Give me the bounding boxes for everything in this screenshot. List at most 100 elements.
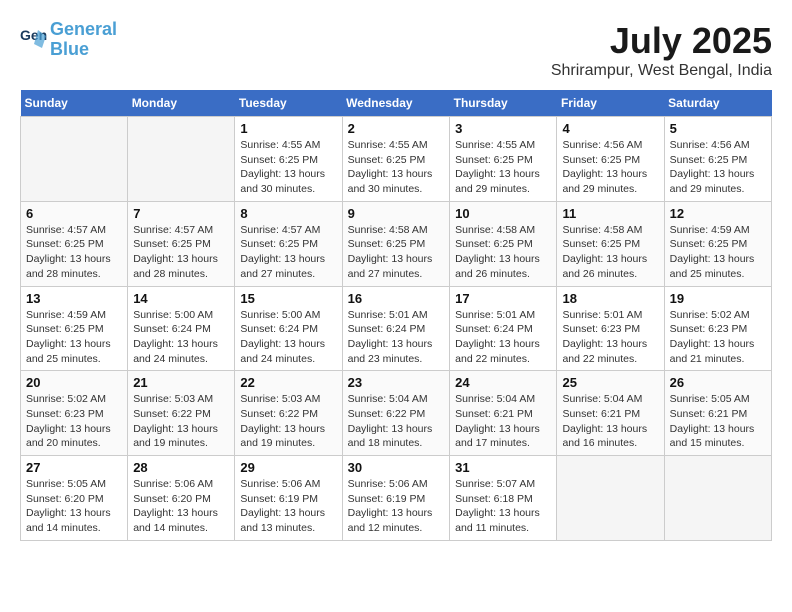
day-info: Sunrise: 4:57 AM Sunset: 6:25 PM Dayligh… xyxy=(26,223,122,282)
day-number: 24 xyxy=(455,375,551,390)
calendar-cell: 16 Sunrise: 5:01 AM Sunset: 6:24 PM Dayl… xyxy=(342,286,450,371)
day-number: 28 xyxy=(133,460,229,475)
weekday-header-saturday: Saturday xyxy=(664,90,771,117)
page-header: Gen GeneralBlue July 2025 Shrirampur, We… xyxy=(20,20,772,80)
day-number: 8 xyxy=(240,206,336,221)
weekday-header-tuesday: Tuesday xyxy=(235,90,342,117)
day-info: Sunrise: 4:59 AM Sunset: 6:25 PM Dayligh… xyxy=(670,223,766,282)
day-info: Sunrise: 5:01 AM Sunset: 6:24 PM Dayligh… xyxy=(348,308,445,367)
weekday-header-thursday: Thursday xyxy=(450,90,557,117)
day-number: 2 xyxy=(348,121,445,136)
day-number: 27 xyxy=(26,460,122,475)
calendar-cell xyxy=(21,117,128,202)
logo-text: GeneralBlue xyxy=(50,20,117,60)
day-info: Sunrise: 4:58 AM Sunset: 6:25 PM Dayligh… xyxy=(562,223,658,282)
calendar-cell: 25 Sunrise: 5:04 AM Sunset: 6:21 PM Dayl… xyxy=(557,371,664,456)
calendar-cell: 6 Sunrise: 4:57 AM Sunset: 6:25 PM Dayli… xyxy=(21,201,128,286)
calendar-cell: 4 Sunrise: 4:56 AM Sunset: 6:25 PM Dayli… xyxy=(557,117,664,202)
calendar-cell: 20 Sunrise: 5:02 AM Sunset: 6:23 PM Dayl… xyxy=(21,371,128,456)
calendar-cell xyxy=(664,456,771,541)
day-number: 15 xyxy=(240,291,336,306)
day-info: Sunrise: 4:58 AM Sunset: 6:25 PM Dayligh… xyxy=(455,223,551,282)
weekday-header-wednesday: Wednesday xyxy=(342,90,450,117)
day-info: Sunrise: 5:02 AM Sunset: 6:23 PM Dayligh… xyxy=(670,308,766,367)
day-number: 7 xyxy=(133,206,229,221)
day-number: 5 xyxy=(670,121,766,136)
day-info: Sunrise: 4:55 AM Sunset: 6:25 PM Dayligh… xyxy=(240,138,336,197)
calendar-cell: 10 Sunrise: 4:58 AM Sunset: 6:25 PM Dayl… xyxy=(450,201,557,286)
day-number: 29 xyxy=(240,460,336,475)
weekday-header-monday: Monday xyxy=(128,90,235,117)
day-number: 18 xyxy=(562,291,658,306)
calendar-cell: 18 Sunrise: 5:01 AM Sunset: 6:23 PM Dayl… xyxy=(557,286,664,371)
calendar-cell: 3 Sunrise: 4:55 AM Sunset: 6:25 PM Dayli… xyxy=(450,117,557,202)
calendar-cell: 22 Sunrise: 5:03 AM Sunset: 6:22 PM Dayl… xyxy=(235,371,342,456)
calendar-week-1: 1 Sunrise: 4:55 AM Sunset: 6:25 PM Dayli… xyxy=(21,117,772,202)
day-number: 25 xyxy=(562,375,658,390)
day-number: 13 xyxy=(26,291,122,306)
calendar-cell: 13 Sunrise: 4:59 AM Sunset: 6:25 PM Dayl… xyxy=(21,286,128,371)
calendar-cell: 30 Sunrise: 5:06 AM Sunset: 6:19 PM Dayl… xyxy=(342,456,450,541)
calendar-cell: 31 Sunrise: 5:07 AM Sunset: 6:18 PM Dayl… xyxy=(450,456,557,541)
day-info: Sunrise: 5:04 AM Sunset: 6:21 PM Dayligh… xyxy=(455,392,551,451)
calendar-cell xyxy=(128,117,235,202)
day-number: 12 xyxy=(670,206,766,221)
calendar-cell: 5 Sunrise: 4:56 AM Sunset: 6:25 PM Dayli… xyxy=(664,117,771,202)
calendar-cell: 21 Sunrise: 5:03 AM Sunset: 6:22 PM Dayl… xyxy=(128,371,235,456)
day-number: 16 xyxy=(348,291,445,306)
day-number: 11 xyxy=(562,206,658,221)
day-info: Sunrise: 4:55 AM Sunset: 6:25 PM Dayligh… xyxy=(348,138,445,197)
day-info: Sunrise: 4:56 AM Sunset: 6:25 PM Dayligh… xyxy=(562,138,658,197)
day-info: Sunrise: 5:02 AM Sunset: 6:23 PM Dayligh… xyxy=(26,392,122,451)
day-info: Sunrise: 4:56 AM Sunset: 6:25 PM Dayligh… xyxy=(670,138,766,197)
calendar-week-5: 27 Sunrise: 5:05 AM Sunset: 6:20 PM Dayl… xyxy=(21,456,772,541)
calendar-table: SundayMondayTuesdayWednesdayThursdayFrid… xyxy=(20,90,772,541)
calendar-cell: 8 Sunrise: 4:57 AM Sunset: 6:25 PM Dayli… xyxy=(235,201,342,286)
day-info: Sunrise: 5:03 AM Sunset: 6:22 PM Dayligh… xyxy=(133,392,229,451)
day-info: Sunrise: 4:58 AM Sunset: 6:25 PM Dayligh… xyxy=(348,223,445,282)
day-number: 4 xyxy=(562,121,658,136)
calendar-cell: 26 Sunrise: 5:05 AM Sunset: 6:21 PM Dayl… xyxy=(664,371,771,456)
day-number: 19 xyxy=(670,291,766,306)
logo-icon: Gen xyxy=(20,26,48,54)
calendar-cell: 27 Sunrise: 5:05 AM Sunset: 6:20 PM Dayl… xyxy=(21,456,128,541)
day-number: 9 xyxy=(348,206,445,221)
calendar-week-4: 20 Sunrise: 5:02 AM Sunset: 6:23 PM Dayl… xyxy=(21,371,772,456)
day-info: Sunrise: 5:01 AM Sunset: 6:24 PM Dayligh… xyxy=(455,308,551,367)
calendar-week-2: 6 Sunrise: 4:57 AM Sunset: 6:25 PM Dayli… xyxy=(21,201,772,286)
day-number: 6 xyxy=(26,206,122,221)
day-number: 22 xyxy=(240,375,336,390)
day-number: 14 xyxy=(133,291,229,306)
day-info: Sunrise: 5:00 AM Sunset: 6:24 PM Dayligh… xyxy=(240,308,336,367)
calendar-cell: 12 Sunrise: 4:59 AM Sunset: 6:25 PM Dayl… xyxy=(664,201,771,286)
calendar-cell: 7 Sunrise: 4:57 AM Sunset: 6:25 PM Dayli… xyxy=(128,201,235,286)
day-number: 20 xyxy=(26,375,122,390)
day-number: 10 xyxy=(455,206,551,221)
day-info: Sunrise: 5:01 AM Sunset: 6:23 PM Dayligh… xyxy=(562,308,658,367)
calendar-cell: 24 Sunrise: 5:04 AM Sunset: 6:21 PM Dayl… xyxy=(450,371,557,456)
day-number: 23 xyxy=(348,375,445,390)
day-number: 30 xyxy=(348,460,445,475)
calendar-cell: 23 Sunrise: 5:04 AM Sunset: 6:22 PM Dayl… xyxy=(342,371,450,456)
day-info: Sunrise: 5:03 AM Sunset: 6:22 PM Dayligh… xyxy=(240,392,336,451)
calendar-week-3: 13 Sunrise: 4:59 AM Sunset: 6:25 PM Dayl… xyxy=(21,286,772,371)
calendar-cell: 17 Sunrise: 5:01 AM Sunset: 6:24 PM Dayl… xyxy=(450,286,557,371)
location: Shrirampur, West Bengal, India xyxy=(551,62,772,80)
day-info: Sunrise: 4:55 AM Sunset: 6:25 PM Dayligh… xyxy=(455,138,551,197)
calendar-cell: 11 Sunrise: 4:58 AM Sunset: 6:25 PM Dayl… xyxy=(557,201,664,286)
calendar-cell: 1 Sunrise: 4:55 AM Sunset: 6:25 PM Dayli… xyxy=(235,117,342,202)
day-info: Sunrise: 5:05 AM Sunset: 6:20 PM Dayligh… xyxy=(26,477,122,536)
day-info: Sunrise: 5:04 AM Sunset: 6:21 PM Dayligh… xyxy=(562,392,658,451)
day-info: Sunrise: 5:05 AM Sunset: 6:21 PM Dayligh… xyxy=(670,392,766,451)
day-info: Sunrise: 5:00 AM Sunset: 6:24 PM Dayligh… xyxy=(133,308,229,367)
title-block: July 2025 Shrirampur, West Bengal, India xyxy=(551,20,772,80)
calendar-cell: 9 Sunrise: 4:58 AM Sunset: 6:25 PM Dayli… xyxy=(342,201,450,286)
day-info: Sunrise: 4:57 AM Sunset: 6:25 PM Dayligh… xyxy=(133,223,229,282)
day-info: Sunrise: 5:06 AM Sunset: 6:20 PM Dayligh… xyxy=(133,477,229,536)
day-number: 1 xyxy=(240,121,336,136)
weekday-header-row: SundayMondayTuesdayWednesdayThursdayFrid… xyxy=(21,90,772,117)
day-info: Sunrise: 5:07 AM Sunset: 6:18 PM Dayligh… xyxy=(455,477,551,536)
calendar-cell: 15 Sunrise: 5:00 AM Sunset: 6:24 PM Dayl… xyxy=(235,286,342,371)
weekday-header-friday: Friday xyxy=(557,90,664,117)
calendar-cell: 28 Sunrise: 5:06 AM Sunset: 6:20 PM Dayl… xyxy=(128,456,235,541)
